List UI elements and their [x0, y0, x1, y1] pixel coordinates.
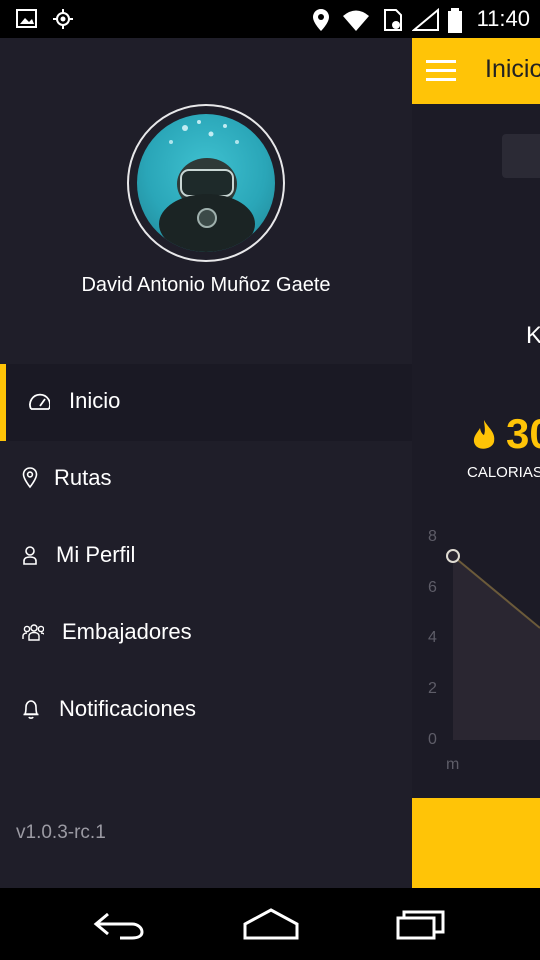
status-bar: 11:40	[0, 0, 540, 38]
person-icon	[23, 546, 37, 565]
location-icon	[313, 9, 329, 31]
sidebar-item-label: Mi Perfil	[56, 542, 136, 567]
sidebar-item-label: Embajadores	[62, 619, 192, 644]
sidebar-item-notificaciones[interactable]: Notificaciones	[0, 672, 412, 749]
app-screen: Inicio K 30 CALORIAS 8 6 4 2 0 m	[0, 38, 540, 888]
sim-icon	[384, 9, 402, 31]
distance-label: K	[526, 322, 540, 349]
sidebar-item-label: Rutas	[54, 465, 112, 490]
avatar[interactable]	[127, 104, 285, 262]
sidebar-item-rutas[interactable]: Rutas	[0, 441, 412, 518]
group-icon	[22, 624, 44, 641]
recent-apps-icon[interactable]	[395, 906, 449, 942]
avatar-photo	[137, 114, 275, 252]
battery-icon	[448, 8, 462, 33]
sidebar-item-label: Notificaciones	[59, 696, 196, 721]
wifi-icon	[343, 10, 369, 31]
sidebar-item-label: Inicio	[69, 388, 121, 413]
sidebar-item-inicio[interactable]: Inicio	[0, 364, 412, 441]
image-notification-icon	[16, 9, 37, 28]
map-pin-icon	[22, 467, 38, 489]
system-nav-bar	[0, 888, 540, 960]
signal-icon	[412, 8, 439, 31]
x-unit-label: m	[446, 756, 460, 773]
drawer-menu: Inicio Rutas Mi Perfil Embajadores Notif…	[0, 364, 412, 749]
user-name: David Antonio Muñoz Gaete	[81, 274, 331, 296]
home-icon[interactable]	[242, 906, 300, 942]
speedometer-icon	[29, 393, 50, 410]
menu-icon[interactable]	[426, 60, 456, 82]
sidebar-item-mi-perfil[interactable]: Mi Perfil	[0, 518, 412, 595]
activity-chart	[446, 549, 540, 740]
start-button[interactable]	[412, 798, 540, 888]
page-title: Inicio	[485, 55, 540, 83]
back-icon[interactable]	[92, 906, 148, 942]
calories-label: CALORIAS	[467, 464, 540, 481]
calories-value: 30	[506, 410, 540, 457]
sidebar-item-embajadores[interactable]: Embajadores	[0, 595, 412, 672]
summary-card[interactable]	[502, 134, 540, 178]
navigation-drawer: David Antonio Muñoz Gaete Inicio Rutas M…	[0, 38, 412, 888]
gps-notification-icon	[53, 9, 73, 29]
app-bar: Inicio	[412, 38, 540, 104]
status-time: 11:40	[476, 6, 530, 31]
flame-icon	[473, 420, 495, 449]
bell-icon	[23, 700, 39, 719]
app-version: v1.0.3-rc.1	[16, 822, 106, 843]
main-content: Inicio K 30 CALORIAS 8 6 4 2 0 m	[412, 38, 540, 888]
